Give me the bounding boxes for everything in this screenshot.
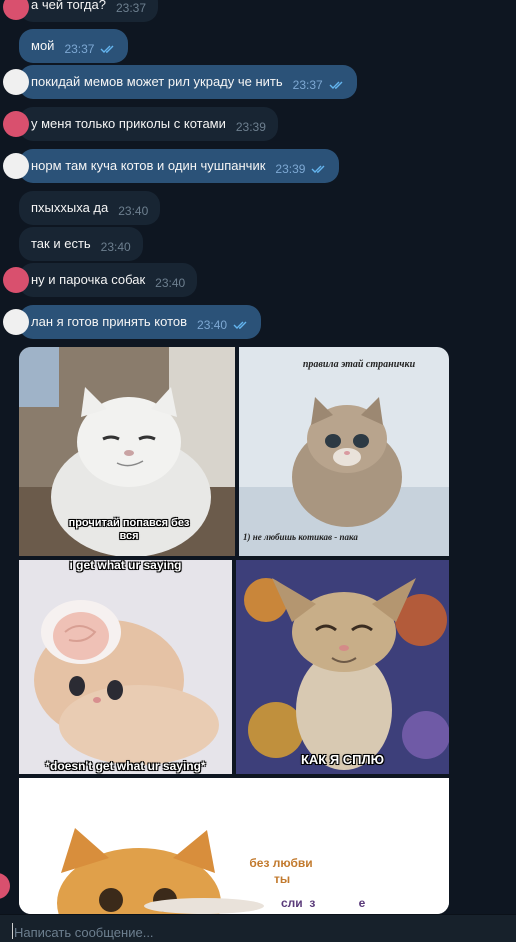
avatar[interactable] xyxy=(0,873,10,899)
message-text: пхыххыха да xyxy=(31,200,109,215)
message-bubble-outgoing[interactable]: мой 23:37 xyxy=(19,29,129,63)
message-input[interactable] xyxy=(14,921,494,942)
message-text: ну и парочка собак xyxy=(31,272,146,287)
read-ticks-icon xyxy=(233,321,247,329)
message-text: так и есть xyxy=(31,236,91,251)
cat-photo xyxy=(19,778,449,914)
read-ticks-icon xyxy=(329,81,343,89)
message-bubble-incoming[interactable]: ну и парочка собак 23:40 xyxy=(3,263,198,297)
message-text: покидай мемов может рил украду че нить xyxy=(31,74,283,89)
chat-history: а чей тогда? 23:37 мой 23:37 покидай мем… xyxy=(0,0,516,914)
text-cursor xyxy=(12,923,13,939)
message-bubble-incoming[interactable]: у меня только приколы с котами 23:39 xyxy=(3,107,278,141)
message-bubble-outgoing[interactable]: норм там куча котов и один чушпанчик 23:… xyxy=(3,149,340,183)
meme-text-line: ты xyxy=(273,872,291,886)
message-composer xyxy=(0,914,516,942)
meme-top-text: i get what ur saying xyxy=(69,560,182,572)
media-album[interactable]: прочитай попався без вся правила этай ст… xyxy=(19,347,449,914)
meme-caption: прочитай попався без вся xyxy=(68,517,190,542)
meme-image-how-i-sleep[interactable]: КАК Я СПЛЮ xyxy=(236,560,449,774)
cat-photo xyxy=(236,560,449,774)
message-text: мой xyxy=(31,38,55,53)
meme-caption: КАК Я СПЛЮ xyxy=(300,752,385,767)
message-time: 23:37 xyxy=(292,78,323,92)
avatar[interactable] xyxy=(3,0,29,20)
avatar[interactable] xyxy=(3,309,29,335)
meme-image-rules-kitten[interactable]: правила этай странички 1) не любишь коти… xyxy=(239,347,449,556)
message-bubble-outgoing[interactable]: лан я готов принять котов 23:40 xyxy=(3,305,262,339)
message-time: 23:39 xyxy=(235,120,266,134)
message-bubble-incoming[interactable]: пхыххыха да 23:40 xyxy=(19,191,161,225)
avatar[interactable] xyxy=(3,69,29,95)
message-time: 23:37 xyxy=(115,1,146,15)
meme-text-line: без любви xyxy=(249,856,313,870)
meme-bottom-text: *doesn't get what ur saying* xyxy=(45,759,206,773)
meme-image-smug-cat[interactable]: прочитай попався без вся xyxy=(19,347,235,556)
message-time: 23:40 xyxy=(197,318,228,332)
meme-image-without-love[interactable]: без любви ты сли з е xyxy=(19,778,449,914)
message-bubble-incoming[interactable]: а чей тогда? 23:37 xyxy=(3,0,158,22)
message-time: 23:40 xyxy=(155,276,186,290)
read-ticks-icon xyxy=(311,165,325,173)
message-text: норм там куча котов и один чушпанчик xyxy=(31,158,266,173)
message-text: а чей тогда? xyxy=(31,0,106,12)
message-time: 23:40 xyxy=(118,204,149,218)
message-text: у меня только приколы с котами xyxy=(31,116,226,131)
meme-caption: 1) не любишь котикав - пака xyxy=(243,532,358,542)
cat-photo xyxy=(19,560,232,774)
cat-photo xyxy=(239,347,449,556)
read-ticks-icon xyxy=(100,45,114,53)
message-time: 23:37 xyxy=(64,42,95,56)
message-bubble-outgoing[interactable]: покидай мемов может рил украду че нить 2… xyxy=(3,65,357,99)
avatar[interactable] xyxy=(3,267,29,293)
meme-text-line: сли з е xyxy=(281,896,366,910)
avatar[interactable] xyxy=(3,111,29,137)
meme-title: правила этай странички xyxy=(302,359,416,370)
message-time: 23:40 xyxy=(100,240,131,254)
message-time: 23:39 xyxy=(275,162,306,176)
avatar[interactable] xyxy=(3,153,29,179)
meme-image-get-what-ur-saying[interactable]: i get what ur saying *doesn't get what u… xyxy=(19,560,232,774)
message-text: лан я готов принять котов xyxy=(31,314,188,329)
message-bubble-incoming[interactable]: так и есть 23:40 xyxy=(19,227,143,261)
